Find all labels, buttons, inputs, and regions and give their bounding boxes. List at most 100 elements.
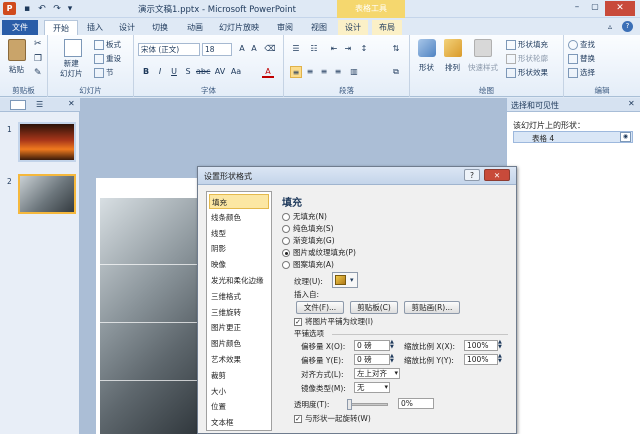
nav-item[interactable]: 三维旋转 <box>209 305 269 320</box>
outline-tab-icon[interactable]: ☰ <box>36 100 50 110</box>
texture-picker[interactable]: ▾ <box>332 272 358 288</box>
shape-effects-button[interactable]: 形状效果 <box>506 68 548 78</box>
close-pane-icon[interactable]: ✕ <box>628 99 635 108</box>
columns-icon[interactable]: ▥ <box>348 66 360 78</box>
tab-table-design[interactable]: 设计 <box>338 20 368 35</box>
paste-button[interactable]: 粘贴 <box>9 65 24 75</box>
save-icon[interactable]: ▪ <box>20 2 34 16</box>
scale-x-input[interactable]: 100% <box>464 340 498 351</box>
undo-icon[interactable]: ↶ <box>35 2 49 16</box>
font-color-icon[interactable]: A <box>262 66 274 78</box>
rotate-with-shape-checkbox[interactable]: ✓ 与形状一起旋转(W) <box>294 414 371 424</box>
arrange-button[interactable]: 排列 <box>445 63 460 73</box>
shadow-button[interactable]: S <box>182 66 194 78</box>
nav-item[interactable]: 文本框 <box>209 415 269 430</box>
spinner-icon[interactable]: ▲ ▼ <box>390 354 394 364</box>
nav-item[interactable]: 三维格式 <box>209 289 269 304</box>
tab-review[interactable]: 审阅 <box>270 20 300 35</box>
format-painter-icon[interactable]: ✎ <box>34 68 42 78</box>
dialog-close-button[interactable]: ✕ <box>484 169 510 181</box>
radio-no-fill[interactable]: 无填充(N) <box>282 212 327 222</box>
tab-table-layout[interactable]: 布局 <box>372 20 402 35</box>
nav-item[interactable]: 填充 <box>209 194 269 209</box>
nav-item[interactable]: 阴影 <box>209 241 269 256</box>
nav-item[interactable]: 大小 <box>209 384 269 399</box>
close-pane-icon[interactable]: ✕ <box>68 99 75 108</box>
transparency-slider[interactable] <box>347 399 388 410</box>
font-name-select[interactable]: 宋体 (正文) <box>138 43 200 56</box>
minimize-button[interactable]: – <box>570 2 584 15</box>
layout-button[interactable]: 板式 <box>94 40 121 50</box>
reset-button[interactable]: 重设 <box>94 54 121 64</box>
smartart-icon[interactable]: ⧉ <box>390 66 402 78</box>
dialog-help-button[interactable]: ? <box>464 169 480 181</box>
offset-y-input[interactable]: 0 磅 <box>354 354 390 365</box>
clear-format-icon[interactable]: ⌫ <box>264 43 276 55</box>
shapes-icon[interactable] <box>418 39 436 57</box>
help-icon[interactable]: ? <box>622 21 633 32</box>
font-size-select[interactable]: 18 <box>202 43 232 56</box>
slider-thumb[interactable] <box>347 399 352 410</box>
quick-styles-button[interactable]: 快速样式 <box>468 63 498 73</box>
nav-item[interactable]: 裁剪 <box>209 368 269 383</box>
tab-slideshow[interactable]: 幻灯片放映 <box>214 20 264 35</box>
shape-list-item[interactable]: 表格 4 ◉ <box>513 131 633 143</box>
align-center-button[interactable]: ≡ <box>304 66 316 78</box>
select-button[interactable]: 选择 <box>568 68 595 78</box>
align-right-button[interactable]: ≡ <box>318 66 330 78</box>
change-case-icon[interactable]: Aa <box>230 66 242 78</box>
radio-picture-fill[interactable]: 图片或纹理填充(P) <box>282 248 356 258</box>
justify-button[interactable]: ≡ <box>332 66 344 78</box>
nav-item[interactable]: 位置 <box>209 399 269 414</box>
clipboard-button[interactable]: 剪贴板(C) <box>350 301 398 314</box>
tile-checkbox[interactable]: ✓ 将图片平铺为纹理(I) <box>294 317 373 327</box>
slide-table-image[interactable] <box>100 198 208 434</box>
slides-tab-icon[interactable] <box>10 100 26 110</box>
slide-thumbnail-1[interactable] <box>18 122 76 162</box>
shapes-button[interactable]: 形状 <box>419 63 434 73</box>
spinner-icon[interactable]: ▲ ▼ <box>498 340 502 350</box>
quick-styles-icon[interactable] <box>474 39 492 57</box>
offset-x-input[interactable]: 0 磅 <box>354 340 390 351</box>
section-button[interactable]: 节 <box>94 68 114 78</box>
find-button[interactable]: 查找 <box>568 40 595 50</box>
redo-icon[interactable]: ↷ <box>50 2 64 16</box>
paste-icon[interactable] <box>8 39 26 61</box>
radio-pattern-fill[interactable]: 图案填充(A) <box>282 260 334 270</box>
spinner-icon[interactable]: ▲ ▼ <box>498 354 502 364</box>
line-spacing-icon[interactable]: ↕ <box>358 43 370 55</box>
new-slide-button[interactable]: 新建 幻灯片 <box>60 59 83 79</box>
text-direction-icon[interactable]: ⇅ <box>390 43 402 55</box>
replace-button[interactable]: 替换 <box>568 54 595 64</box>
shape-outline-button[interactable]: 形状轮廓 <box>506 54 548 64</box>
strikethrough-button[interactable]: abc <box>196 66 210 78</box>
nav-item[interactable]: 图片颜色 <box>209 336 269 351</box>
app-icon[interactable]: P <box>3 2 16 15</box>
tab-home[interactable]: 开始 <box>44 20 78 35</box>
bullets-icon[interactable]: ☰ <box>290 43 302 55</box>
bold-button[interactable]: B <box>140 66 152 78</box>
tab-view[interactable]: 视图 <box>304 20 334 35</box>
clipart-button[interactable]: 剪贴画(R)... <box>404 301 460 314</box>
nav-item[interactable]: 映像 <box>209 257 269 272</box>
minimize-ribbon-icon[interactable]: ▵ <box>608 22 612 31</box>
eye-icon[interactable]: ◉ <box>620 132 631 142</box>
new-slide-icon[interactable] <box>64 39 82 57</box>
spinner-icon[interactable]: ▲ ▼ <box>390 340 394 350</box>
tab-design[interactable]: 设计 <box>112 20 142 35</box>
transparency-input[interactable]: 0% <box>398 398 434 409</box>
scale-y-input[interactable]: 100% <box>464 354 498 365</box>
nav-item[interactable]: 艺术效果 <box>209 352 269 367</box>
shrink-font-icon[interactable]: A <box>248 43 260 55</box>
underline-button[interactable]: U <box>168 66 180 78</box>
slide-thumbnail-2[interactable] <box>18 174 76 214</box>
decrease-indent-icon[interactable]: ⇤ <box>328 43 340 55</box>
nav-item[interactable]: 线型 <box>209 226 269 241</box>
increase-indent-icon[interactable]: ⇥ <box>342 43 354 55</box>
tab-file[interactable]: 文件 <box>2 20 38 35</box>
arrange-icon[interactable] <box>444 39 462 57</box>
tab-animations[interactable]: 动画 <box>180 20 210 35</box>
tab-transitions[interactable]: 切换 <box>145 20 175 35</box>
grow-font-icon[interactable]: A <box>236 43 248 55</box>
restore-button[interactable]: ▢ <box>588 2 602 15</box>
